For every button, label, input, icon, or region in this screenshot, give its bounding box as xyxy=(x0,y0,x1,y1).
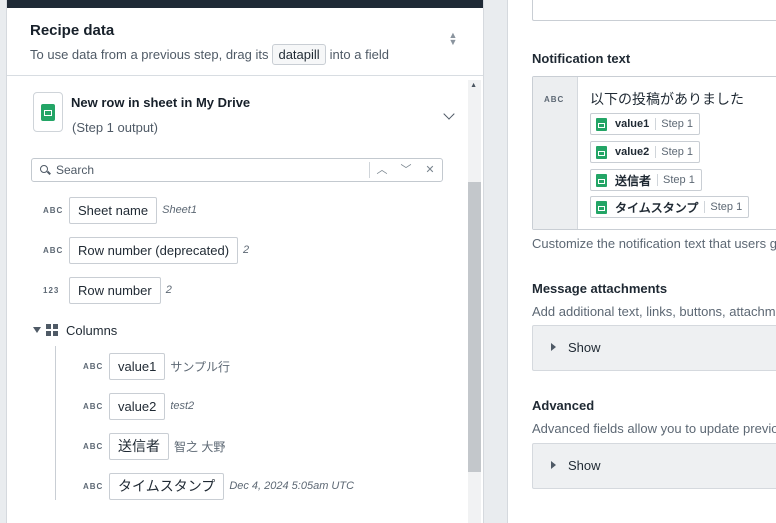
datapill-name: value2 xyxy=(615,146,650,158)
sample-value: Dec 4, 2024 5:05am UTC xyxy=(229,480,355,492)
close-icon[interactable]: ✕ xyxy=(422,162,438,178)
datapill-row: ABC タイムスタンプ Dec 4, 2024 5:05am UTC xyxy=(83,472,354,500)
columns-label: Columns xyxy=(66,322,118,338)
chevron-down-icon[interactable] xyxy=(443,108,455,120)
chevron-up-icon[interactable]: ︿ xyxy=(374,162,390,178)
datapill[interactable]: 送信者 xyxy=(109,432,169,460)
datapill-in-field[interactable]: タイムスタンプ Step 1 xyxy=(590,196,750,218)
type-tag: ABC xyxy=(83,441,104,451)
type-tag: 123 xyxy=(43,285,60,295)
panel-subtitle: To use data from a previous step, drag i… xyxy=(30,44,460,65)
datapill-name: value1 xyxy=(615,118,650,130)
notification-text-value[interactable]: 以下の投稿がありました xyxy=(590,89,744,109)
datapill[interactable]: Row number xyxy=(69,276,161,304)
google-sheets-icon xyxy=(33,92,63,132)
datapill-row: 123 Row number 2 xyxy=(43,276,172,304)
datapill-name: タイムスタンプ xyxy=(615,200,699,215)
step-output-header[interactable]: New row in sheet in My Drive (Step 1 out… xyxy=(33,90,455,146)
datapill[interactable]: Row number (deprecated) xyxy=(69,236,239,264)
datapill-in-field[interactable]: value2 Step 1 xyxy=(590,141,701,163)
search-input[interactable] xyxy=(56,161,356,179)
type-tag: ABC xyxy=(43,245,64,255)
datapill-in-field[interactable]: 送信者 Step 1 xyxy=(590,169,702,191)
expand-collapse-icon[interactable]: ▲ ▼ xyxy=(447,31,459,48)
recipe-data-header: Recipe data To use data from a previous … xyxy=(7,8,483,76)
datapill-row: ABC value1 サンプル行 xyxy=(83,352,230,380)
recipe-data-panel: Recipe data To use data from a previous … xyxy=(6,0,484,523)
datapill-row: ABC Sheet name Sheet1 xyxy=(43,196,197,224)
google-sheets-icon xyxy=(596,173,607,187)
sample-value: 2 xyxy=(165,284,172,296)
chevron-down-icon[interactable]: ﹀ xyxy=(398,162,414,178)
datapill-in-field[interactable]: value1 Step 1 xyxy=(590,113,701,135)
datapill-list: ▲ New row in sheet in My Drive (Step 1 o… xyxy=(7,76,483,523)
advanced-show-toggle[interactable]: Show xyxy=(532,443,776,489)
sample-value: 2 xyxy=(243,244,250,256)
datapill-step: Step 1 xyxy=(704,201,742,213)
type-tag: ABC xyxy=(83,481,104,491)
subtitle-text-after: into a field xyxy=(329,47,389,62)
columns-group-header[interactable]: Columns xyxy=(33,320,117,340)
datapill-row: ABC value2 test2 xyxy=(83,392,194,420)
sample-value: サンプル行 xyxy=(170,359,230,374)
tree-line xyxy=(55,346,56,500)
show-label: Show xyxy=(568,340,601,355)
step-subtitle: (Step 1 output) xyxy=(72,120,158,135)
message-attachments-label: Message attachments xyxy=(532,281,668,296)
datapill[interactable]: Sheet name xyxy=(69,196,158,224)
notification-help-text: Customize the notification text that use… xyxy=(532,236,776,251)
google-sheets-icon xyxy=(596,200,607,214)
sample-value: 智之 大野 xyxy=(174,439,226,454)
datapill[interactable]: タイムスタンプ xyxy=(109,472,225,500)
search-icon xyxy=(40,165,48,173)
previous-field-input[interactable] xyxy=(532,0,776,21)
search-box[interactable]: ︿ ﹀ ✕ xyxy=(31,158,443,182)
caret-right-icon xyxy=(551,461,556,469)
datapill-row: ABC 送信者 智之 大野 xyxy=(83,432,225,460)
datapill-step: Step 1 xyxy=(655,146,693,158)
type-tag: ABC xyxy=(83,361,104,371)
attachments-show-toggle[interactable]: Show xyxy=(532,325,776,371)
type-tag: ABC xyxy=(43,205,64,215)
google-sheets-icon xyxy=(596,117,607,131)
notification-text-field[interactable]: ABC 以下の投稿がありました value1 Step 1 value2 Ste… xyxy=(532,76,776,230)
sample-value: test2 xyxy=(170,400,195,412)
panel-top-bar xyxy=(7,0,483,8)
caret-down-icon[interactable] xyxy=(33,327,41,333)
google-sheets-icon xyxy=(596,145,607,159)
datapill[interactable]: value1 xyxy=(109,352,166,380)
type-tag: ABC xyxy=(83,401,104,411)
datapill[interactable]: value2 xyxy=(109,392,166,420)
sample-value: Sheet1 xyxy=(162,204,197,216)
grid-icon xyxy=(46,324,58,336)
datapill-name: 送信者 xyxy=(615,173,652,188)
action-config-panel: Notification text ABC 以下の投稿がありました value1… xyxy=(507,0,776,523)
caret-right-icon xyxy=(551,343,556,351)
panel-title: Recipe data xyxy=(30,22,115,39)
step-title: New row in sheet in My Drive xyxy=(71,95,251,110)
show-label: Show xyxy=(568,458,601,473)
datapill-row: ABC Row number (deprecated) 2 xyxy=(43,236,249,264)
notification-text-label: Notification text xyxy=(532,51,631,66)
datapill-example: datapill xyxy=(272,44,326,65)
search-divider xyxy=(369,162,370,178)
field-type-sidebar: ABC xyxy=(533,77,578,229)
scrollbar-thumb[interactable] xyxy=(468,182,481,472)
advanced-help-text: Advanced fields allow you to update prev… xyxy=(532,421,776,436)
type-tag: ABC xyxy=(544,95,565,104)
subtitle-text-before: To use data from a previous step, drag i… xyxy=(30,47,269,62)
datapill-step: Step 1 xyxy=(657,174,695,186)
attachments-help-text: Add additional text, links, buttons, att… xyxy=(532,304,776,319)
scroll-up-arrow-icon[interactable]: ▲ xyxy=(470,82,477,89)
advanced-label: Advanced xyxy=(532,398,595,413)
datapill-step: Step 1 xyxy=(655,118,693,130)
